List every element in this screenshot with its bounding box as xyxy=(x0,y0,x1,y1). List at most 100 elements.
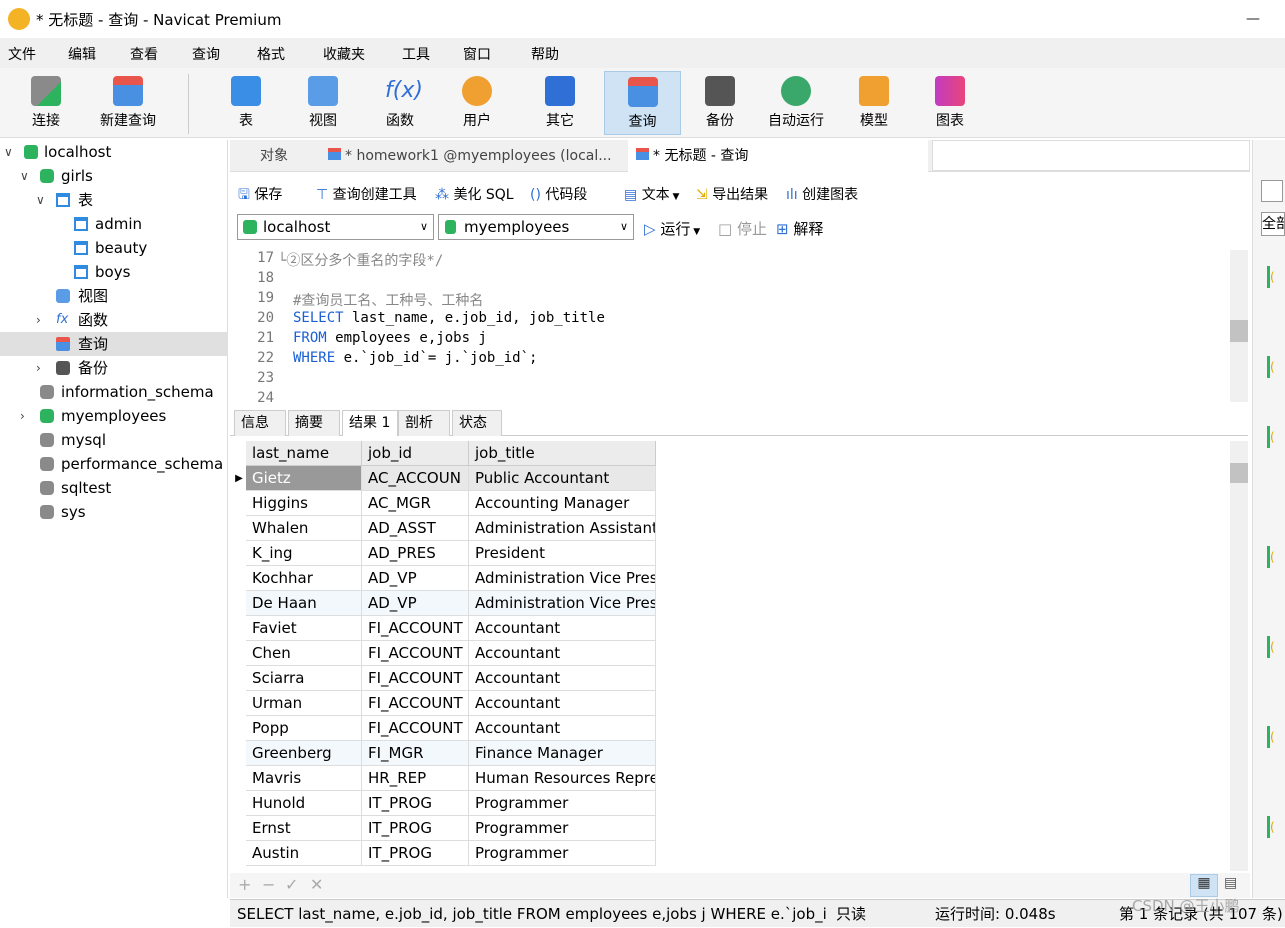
snippet-filter-select[interactable]: 全部 xyxy=(1261,212,1285,236)
table-row[interactable]: Austin IT_PROG Programmer xyxy=(232,841,657,866)
grid-scrollbar[interactable] xyxy=(1230,441,1248,871)
table-cell[interactable]: Austin xyxy=(246,841,362,866)
menu-view[interactable]: 查看 xyxy=(130,44,158,64)
query-button[interactable]: 查询 xyxy=(604,71,681,135)
table-row[interactable]: Mavris HR_REP Human Resources Repre xyxy=(232,766,657,791)
table-cell[interactable]: Gietz xyxy=(246,466,362,491)
menu-help[interactable]: 帮助 xyxy=(531,44,559,64)
table-row[interactable]: Urman FI_ACCOUNT Accountant xyxy=(232,691,657,716)
table-cell[interactable]: IT_PROG xyxy=(362,841,469,866)
table-cell[interactable]: Chen xyxy=(246,641,362,666)
table-row[interactable]: Chen FI_ACCOUNT Accountant xyxy=(232,641,657,666)
table-row[interactable]: Popp FI_ACCOUNT Accountant xyxy=(232,716,657,741)
create-chart-button[interactable]: ılı 创建图表 xyxy=(786,184,858,204)
table-cell[interactable]: Finance Manager xyxy=(469,741,656,766)
table-button[interactable]: 表 xyxy=(214,71,278,135)
table-cell[interactable]: Accountant xyxy=(469,716,656,741)
menu-query[interactable]: 查询 xyxy=(192,44,220,64)
tree-node-views[interactable]: 视图 xyxy=(0,284,228,308)
tree-node-admin[interactable]: admin xyxy=(0,212,228,236)
table-cell[interactable]: FI_ACCOUNT xyxy=(362,666,469,691)
chevron-down-icon[interactable]: ∨ xyxy=(36,188,45,212)
add-row-icon[interactable]: + xyxy=(238,875,251,894)
tab-search-box[interactable] xyxy=(932,140,1250,171)
query-builder-button[interactable]: ⊤ 查询创建工具 xyxy=(316,184,417,204)
tree-node-functions[interactable]: › fx 函数 xyxy=(0,308,228,332)
table-cell[interactable]: AD_ASST xyxy=(362,516,469,541)
table-cell[interactable]: IT_PROG xyxy=(362,816,469,841)
run-button[interactable]: ▷ 运行 ▼ xyxy=(644,218,700,239)
server-select[interactable]: localhost ∨ xyxy=(237,214,434,240)
tree-node-myemployees[interactable]: › myemployees xyxy=(0,404,228,428)
table-cell[interactable]: AD_VP xyxy=(362,566,469,591)
menu-window[interactable]: 窗口 xyxy=(463,44,491,64)
table-cell[interactable]: Higgins xyxy=(246,491,362,516)
table-row[interactable]: Kochhar AD_VP Administration Vice Pres xyxy=(232,566,657,591)
table-cell[interactable]: IT_PROG xyxy=(362,791,469,816)
code-snippet-button[interactable]: () 代码段 xyxy=(530,184,587,204)
backup-button[interactable]: 备份 xyxy=(688,71,752,135)
tab-summary[interactable]: 摘要 xyxy=(288,410,340,436)
table-cell[interactable]: Sciarra xyxy=(246,666,362,691)
chevron-right-icon[interactable]: › xyxy=(36,308,41,332)
snippet-icon[interactable]: ( xyxy=(1267,726,1285,748)
tab-untitled[interactable]: * 无标题 - 查询 xyxy=(628,140,928,172)
model-button[interactable]: 模型 xyxy=(842,71,906,135)
column-header-job-id[interactable]: job_id xyxy=(362,441,469,466)
table-cell[interactable]: Accountant xyxy=(469,641,656,666)
explain-button[interactable]: ⊞ 解释 xyxy=(776,218,823,239)
table-cell[interactable]: Programmer xyxy=(469,816,656,841)
table-row[interactable]: Greenberg FI_MGR Finance Manager xyxy=(232,741,657,766)
tree-node-localhost[interactable]: ∨ localhost xyxy=(0,140,228,164)
scroll-thumb[interactable] xyxy=(1230,463,1248,483)
table-row[interactable]: Higgins AC_MGR Accounting Manager xyxy=(232,491,657,516)
scroll-thumb[interactable] xyxy=(1230,320,1248,342)
chevron-down-icon[interactable]: ∨ xyxy=(20,164,29,188)
table-row[interactable]: De Haan AD_VP Administration Vice Pres xyxy=(232,591,657,616)
tree-node-beauty[interactable]: beauty xyxy=(0,236,228,260)
table-cell[interactable]: Kochhar xyxy=(246,566,362,591)
table-cell[interactable]: Faviet xyxy=(246,616,362,641)
snippet-icon[interactable]: ( xyxy=(1267,356,1285,378)
table-row[interactable]: Hunold IT_PROG Programmer xyxy=(232,791,657,816)
table-cell[interactable]: AC_ACCOUN xyxy=(362,466,469,491)
table-row[interactable]: K_ing AD_PRES President xyxy=(232,541,657,566)
automation-button[interactable]: 自动运行 xyxy=(760,71,832,135)
table-cell[interactable]: Mavris xyxy=(246,766,362,791)
connect-button[interactable]: 连接 xyxy=(14,71,78,135)
snippet-icon[interactable]: ( xyxy=(1267,636,1285,658)
tree-node-mysql[interactable]: mysql xyxy=(0,428,228,452)
table-cell[interactable]: AD_VP xyxy=(362,591,469,616)
beautify-sql-button[interactable]: ⁂ 美化 SQL xyxy=(435,184,514,204)
menu-favorites[interactable]: 收藏夹 xyxy=(323,44,365,64)
tree-node-girls[interactable]: ∨ girls xyxy=(0,164,228,188)
table-cell[interactable]: Ernst xyxy=(246,816,362,841)
table-cell[interactable]: FI_MGR xyxy=(362,741,469,766)
tree-node-boys[interactable]: boys xyxy=(0,260,228,284)
table-row[interactable]: Ernst IT_PROG Programmer xyxy=(232,816,657,841)
tab-info[interactable]: 信息 xyxy=(234,410,286,436)
stop-button[interactable]: □ 停止 xyxy=(718,218,767,239)
export-results-button[interactable]: ⇲ 导出结果 xyxy=(696,184,768,204)
chevron-right-icon[interactable]: › xyxy=(20,404,25,428)
menu-tools[interactable]: 工具 xyxy=(402,44,430,64)
database-select[interactable]: myemployees ∨ xyxy=(438,214,634,240)
table-cell[interactable]: Accounting Manager xyxy=(469,491,656,516)
chevron-right-icon[interactable]: › xyxy=(36,356,41,380)
tab-objects[interactable]: 对象 xyxy=(252,140,296,172)
table-cell[interactable]: AD_PRES xyxy=(362,541,469,566)
sql-editor[interactable]: 17 └②区分多个重名的字段*/ 18 19 #查询员工名、工种号、工种名 20… xyxy=(230,248,1248,406)
tree-node-sqltest[interactable]: sqltest xyxy=(0,476,228,500)
table-row[interactable]: ▶ Gietz AC_ACCOUN Public Accountant xyxy=(232,466,657,491)
tree-node-information-schema[interactable]: information_schema xyxy=(0,380,228,404)
table-cell[interactable]: Public Accountant xyxy=(469,466,656,491)
table-cell[interactable]: Programmer xyxy=(469,791,656,816)
chart-button[interactable]: 图表 xyxy=(918,71,982,135)
user-button[interactable]: 用户 xyxy=(445,71,509,135)
table-row[interactable]: Faviet FI_ACCOUNT Accountant xyxy=(232,616,657,641)
save-button[interactable]: 🖫 保存 xyxy=(238,184,282,208)
text-button[interactable]: ▤ 文本 ▼ xyxy=(624,184,679,204)
table-row[interactable]: Whalen AD_ASST Administration Assistant xyxy=(232,516,657,541)
tree-node-tables[interactable]: ∨ 表 xyxy=(0,188,228,212)
tab-homework[interactable]: * homework1 @myemployees (local... xyxy=(320,140,626,172)
